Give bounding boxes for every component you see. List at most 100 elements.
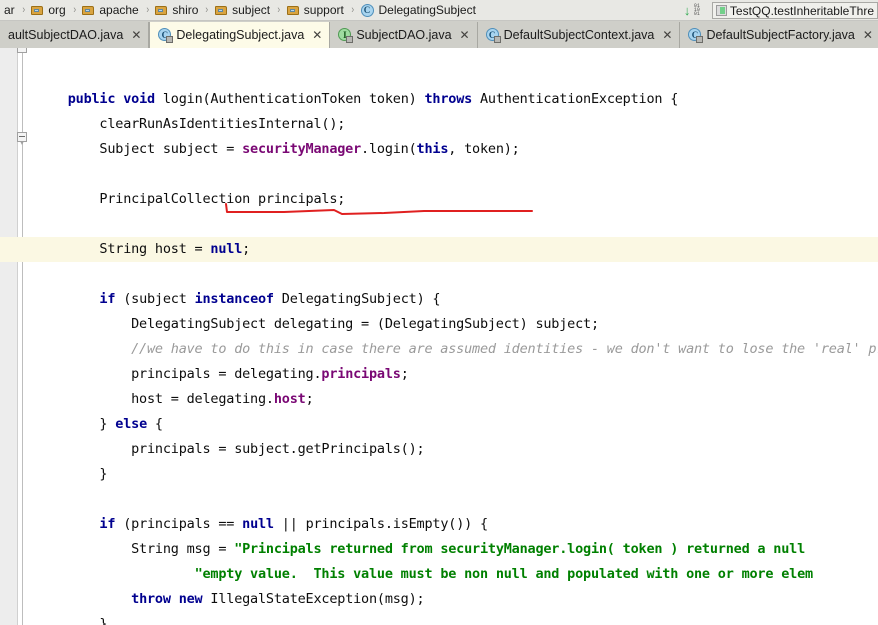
code-token-plain: (principals ==: [123, 516, 243, 532]
code-line[interactable]: }: [36, 612, 107, 625]
close-icon[interactable]: ✕: [131, 29, 141, 41]
code-token-plain: principals = subject.getPrincipals();: [36, 441, 425, 457]
class-icon: C: [688, 28, 704, 43]
code-line[interactable]: if (subject instanceof DelegatingSubject…: [36, 287, 440, 312]
code-token-plain: , token);: [448, 141, 520, 157]
code-token-kw: null: [210, 241, 243, 257]
lock-badge-icon: [166, 36, 174, 43]
code-line-current[interactable]: String host = null;: [0, 237, 878, 262]
breadcrumb-item-org[interactable]: org: [30, 3, 66, 17]
close-icon[interactable]: ✕: [312, 29, 322, 41]
editor-tab-label: DefaultSubjectContext.java: [503, 28, 655, 42]
folder-icon: [82, 5, 95, 16]
code-line[interactable]: principals = delegating.principals;: [36, 362, 409, 387]
code-line[interactable]: public void login(AuthenticationToken to…: [36, 87, 679, 112]
class-icon: C: [158, 28, 174, 43]
code-token-plain: Subject subject =: [36, 141, 243, 157]
code-token-fld: securityManager: [242, 141, 362, 157]
code-line[interactable]: host = delegating.host;: [36, 387, 314, 412]
code-line[interactable]: Subject subject = securityManager.login(…: [36, 137, 520, 162]
lock-badge-icon: [493, 36, 501, 43]
code-token-plain: (subject: [123, 291, 195, 307]
code-token-plain: DelegatingSubject) {: [281, 291, 441, 307]
editor-tab-label: DelegatingSubject.java: [176, 28, 305, 42]
breadcrumb-item-label: apache: [99, 3, 139, 17]
close-icon[interactable]: ✕: [662, 29, 672, 41]
binary-digits: 01 10 01: [693, 2, 700, 18]
breadcrumb-item-delegatingsubject[interactable]: C DelegatingSubject: [360, 3, 477, 17]
code-token-plain: IllegalStateException(msg);: [210, 591, 425, 607]
breadcrumb-right-controls: ↓ 01 10 01 TestQQ.testInheritableThre: [683, 0, 878, 20]
breadcrumb-item-shiro[interactable]: shiro: [154, 3, 199, 17]
lock-badge-icon: [696, 36, 704, 43]
editor-tab-aultsubjectdao[interactable]: aultSubjectDAO.java ✕: [0, 22, 150, 48]
close-icon[interactable]: ✕: [460, 29, 470, 41]
code-token-str: "empty value. This value must be non nul…: [194, 566, 814, 582]
fold-marker-collapsed[interactable]: [17, 48, 28, 54]
editor-tab-label: aultSubjectDAO.java: [8, 28, 124, 42]
lock-badge-icon: [346, 36, 354, 43]
code-content[interactable]: public void login(AuthenticationToken to…: [0, 48, 878, 625]
code-token-kw: throws: [424, 91, 480, 107]
down-arrow-glyph: ↓: [683, 2, 691, 18]
code-token-plain: DelegatingSubject delegating = (Delegati…: [36, 316, 599, 332]
breadcrumb-bar: ar › org › apache › shiro › subject › support › C Del…: [0, 0, 878, 21]
code-line[interactable]: if (principals == null || principals.isE…: [36, 512, 488, 537]
code-token-kw: public void: [67, 91, 163, 107]
breadcrumb-item-ar[interactable]: ar: [0, 3, 16, 17]
breadcrumb-item-support[interactable]: support: [286, 3, 345, 17]
code-token-cmt: //we have to do this in case there are a…: [36, 341, 878, 357]
code-token-fld: principals: [321, 366, 401, 382]
code-token-kw: if: [99, 516, 124, 532]
code-token-plain: {: [154, 416, 163, 432]
sort-descending-binary-icon[interactable]: ↓ 01 10 01: [683, 3, 709, 19]
run-configuration-label: TestQQ.testInheritableThre: [729, 3, 874, 18]
folder-icon: [215, 5, 228, 16]
breadcrumb-item-apache[interactable]: apache: [81, 3, 139, 17]
fold-marker-method[interactable]: [17, 132, 28, 145]
code-token-plain: host = delegating.: [36, 391, 274, 407]
breadcrumb-separator: ›: [73, 4, 76, 16]
run-configuration-selector[interactable]: TestQQ.testInheritableThre: [711, 2, 878, 19]
code-line[interactable]: String msg = "Principals returned from s…: [36, 537, 813, 562]
code-line[interactable]: } else {: [36, 412, 163, 437]
folder-icon: [155, 5, 168, 16]
editor-tab-defaultsubjectcontext[interactable]: C DefaultSubjectContext.java ✕: [477, 22, 681, 48]
code-editor[interactable]: } public void login(AuthenticationToken …: [0, 48, 878, 625]
breadcrumb-item-subject[interactable]: subject: [214, 3, 271, 17]
code-token-plain: ;: [400, 366, 409, 382]
code-line[interactable]: }: [36, 462, 107, 487]
breadcrumb-separator: ›: [351, 4, 354, 16]
code-token-kw: throw new: [131, 591, 211, 607]
code-line[interactable]: "empty value. This value must be non nul…: [36, 562, 814, 587]
breadcrumb-separator: ›: [146, 4, 149, 16]
folder-icon: [286, 5, 300, 16]
breadcrumb-item-label: ar: [4, 3, 15, 17]
editor-tab-delegatingsubject[interactable]: C DelegatingSubject.java ✕: [149, 22, 331, 48]
code-token-plain: ;: [305, 391, 314, 407]
breadcrumb-separator: ›: [205, 4, 209, 16]
editor-tab-subjectdao[interactable]: I SubjectDAO.java ✕: [330, 22, 478, 48]
code-line[interactable]: DelegatingSubject delegating = (Delegati…: [36, 312, 599, 337]
fold-minus-icon: [19, 136, 25, 137]
editor-tab-label: DefaultSubjectFactory.java: [706, 28, 855, 42]
code-token-kw: null: [242, 516, 282, 532]
editor-tab-defaultsubjectfactory[interactable]: C DefaultSubjectFactory.java ✕: [680, 22, 878, 48]
run-configuration-icon: [715, 5, 727, 16]
code-token-plain: ;: [242, 241, 251, 257]
code-line[interactable]: //we have to do this in case there are a…: [36, 337, 878, 362]
fold-box-icon: [17, 48, 27, 53]
breadcrumb-item-label: shiro: [172, 3, 199, 17]
code-line[interactable]: throw new IllegalStateException(msg);: [36, 587, 425, 612]
code-token-plain: .login(: [361, 141, 417, 157]
editor-tab-label: SubjectDAO.java: [356, 28, 452, 42]
code-line[interactable]: principals = subject.getPrincipals();: [36, 437, 425, 462]
folder-icon: [31, 5, 44, 16]
code-line[interactable]: PrincipalCollection principals;: [36, 187, 345, 212]
code-line[interactable]: clearRunAsIdentitiesInternal();: [36, 112, 345, 137]
close-icon[interactable]: ✕: [863, 29, 873, 41]
